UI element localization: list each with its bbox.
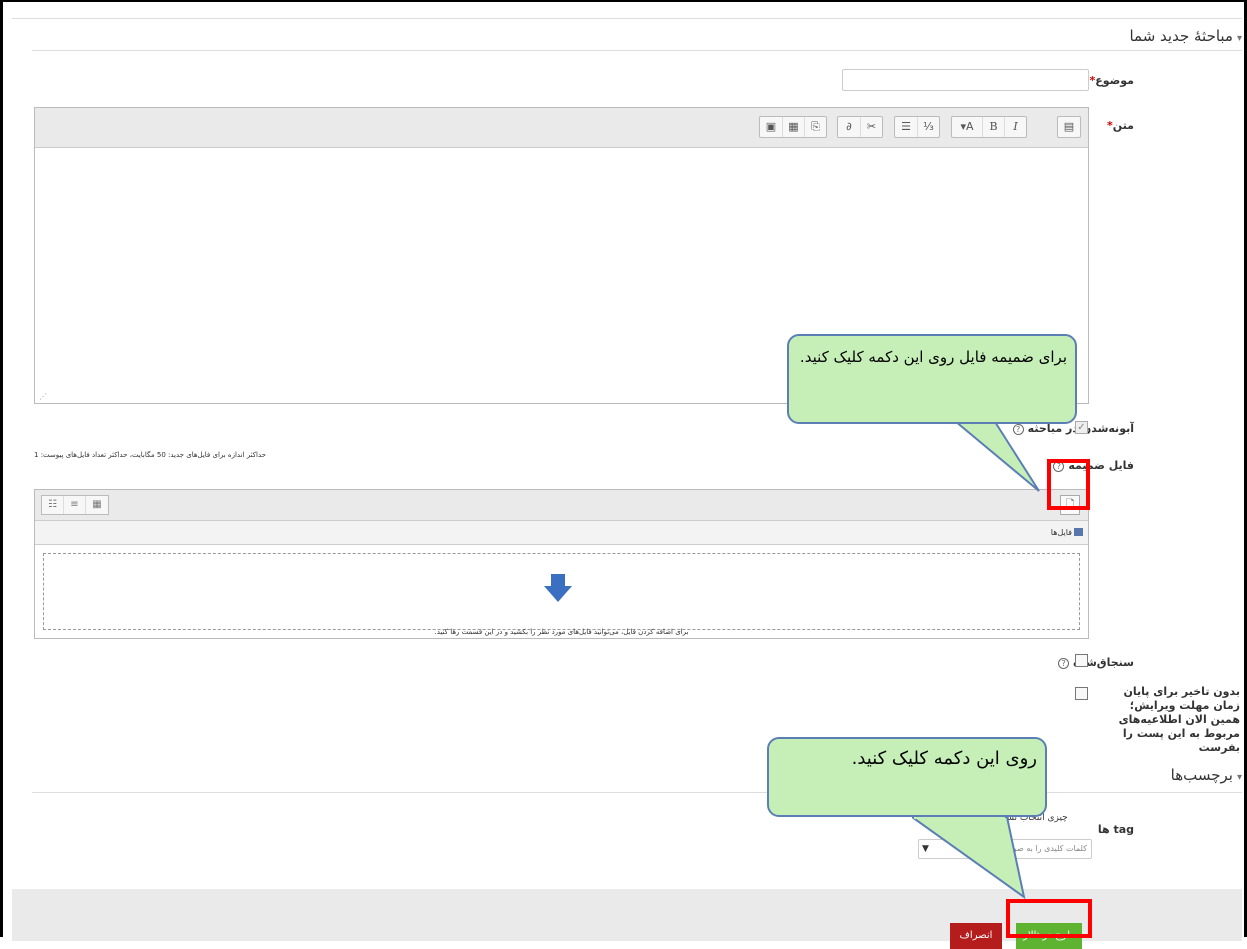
attachment-limits: حداکثر اندازه برای فایل‌های جدید: 50 مگا… [34,451,266,459]
toggle-toolbar-icon[interactable]: ▤ [1058,117,1080,137]
unlink-icon[interactable]: ✂ [860,117,882,137]
path-breadcrumb[interactable]: فایل‌ها [1051,528,1072,537]
collapse-triangle-icon: ▾ [1236,33,1242,44]
folder-icon [1074,528,1083,536]
callout-pointer [912,815,1026,900]
drop-zone[interactable]: برای اضافه کردن فایل، می‌توانید فایل‌های… [43,553,1080,636]
bold-icon[interactable]: B [982,117,1004,137]
image-icon[interactable]: ▣ [760,117,782,137]
callout-attach-file: برای ضمیمه فایل روی این دکمه کلیک کنید. [787,334,1077,424]
italic-icon[interactable]: I [1004,117,1026,137]
cancel-button[interactable]: انصراف [950,923,1002,949]
mail-now-label: بدون تاخیر برای پایان زمان مهلت ویرایش؛ … [1118,685,1240,754]
section-tags-title: برچسب‌ها [1170,766,1233,784]
download-arrow-icon [544,574,572,602]
font-style-icon[interactable]: ▾A [952,117,982,137]
view-icons-icon[interactable]: ▦ [86,496,108,514]
highlight-add-file [1047,459,1090,510]
forum-post-form: ▾مباحثهٔ جدید شما موضوع* متن* ▤ ▾A B I ☰… [12,18,1242,949]
subject-label: موضوع* [1089,74,1134,87]
toolbar-group: ▤ [1057,116,1081,138]
ordered-list-icon[interactable]: ⅓ [917,117,939,137]
help-icon[interactable]: ? [1058,658,1070,669]
section-divider [32,50,1242,51]
highlight-submit [1006,899,1092,938]
file-manager: 🗋 ☷ ≡ ▦ فایل‌ها برای اضافه کردن فایل، می… [34,489,1089,639]
editor-toolbar: ▤ ▾A B I ☰ ⅓ ∂ ✂ ▣ ▦ ⎘ [35,108,1088,148]
manage-files-icon[interactable]: ⎘ [804,117,826,137]
drop-zone-text: برای اضافه کردن فایل، می‌توانید فایل‌های… [434,628,689,636]
view-mode-group: ☷ ≡ ▦ [41,495,109,515]
section-discussion-header[interactable]: ▾مباحثهٔ جدید شما [1129,27,1242,45]
toolbar-group: ▾A B I [951,116,1027,138]
pinned-label: سنجاق‌شده? [1058,656,1134,669]
subject-input[interactable] [842,69,1089,91]
unordered-list-icon[interactable]: ☰ [895,117,917,137]
collapse-triangle-icon: ▾ [1236,772,1242,783]
callout-submit: روی این دکمه کلیک کنید. [767,737,1047,817]
mail-now-checkbox[interactable] [1075,687,1088,700]
toolbar-group: ▣ ▦ ⎘ [759,116,827,138]
link-icon[interactable]: ∂ [838,117,860,137]
subscribe-checkbox[interactable]: ✓ [1075,421,1088,434]
section-discussion-title: مباحثهٔ جدید شما [1129,27,1233,45]
resize-handle-icon[interactable]: ⋰ [39,392,47,401]
toolbar-group: ∂ ✂ [837,116,883,138]
section-divider [32,792,1242,793]
toolbar-group: ☰ ⅓ [894,116,940,138]
tags-label: tag ها [1097,823,1134,836]
view-tree-icon[interactable]: ☷ [42,496,64,514]
media-icon[interactable]: ▦ [782,117,804,137]
section-tags-header[interactable]: ▾برچسب‌ها [1171,766,1242,784]
message-label: متن* [1107,119,1134,132]
view-list-icon[interactable]: ≡ [64,496,86,514]
pinned-checkbox[interactable] [1075,654,1088,667]
file-path-bar: فایل‌ها [35,521,1088,545]
